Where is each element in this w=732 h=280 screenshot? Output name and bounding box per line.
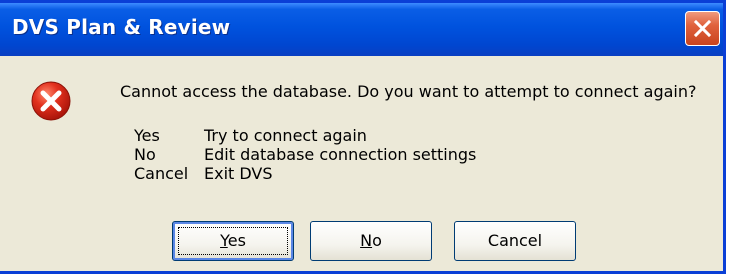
mnemonic-letter: N bbox=[360, 231, 373, 250]
button-label-rest: es bbox=[227, 231, 246, 250]
cancel-button[interactable]: Cancel bbox=[454, 221, 576, 261]
close-button[interactable] bbox=[685, 11, 720, 46]
error-icon bbox=[31, 81, 71, 121]
no-button[interactable]: No bbox=[310, 221, 432, 261]
option-key: No bbox=[134, 145, 156, 164]
yes-button-label: Yes bbox=[220, 231, 246, 250]
close-icon bbox=[693, 19, 712, 38]
button-row: Yes No Cancel bbox=[0, 221, 723, 261]
yes-button[interactable]: Yes bbox=[172, 221, 294, 261]
option-description: Try to connect again bbox=[204, 126, 367, 145]
button-label-rest: o bbox=[372, 231, 382, 250]
option-key: Cancel bbox=[134, 164, 189, 183]
mnemonic-letter: Y bbox=[220, 231, 228, 250]
title-bar[interactable]: DVS Plan & Review bbox=[0, 3, 723, 56]
no-button-label: No bbox=[360, 231, 382, 250]
window-title: DVS Plan & Review bbox=[12, 15, 231, 39]
error-message: Cannot access the database. Do you want … bbox=[120, 82, 697, 101]
option-description: Exit DVS bbox=[204, 164, 273, 183]
dialog-body: Cannot access the database. Do you want … bbox=[0, 56, 723, 271]
option-key: Yes bbox=[134, 126, 160, 145]
option-description: Edit database connection settings bbox=[204, 145, 477, 164]
cancel-button-label: Cancel bbox=[487, 231, 543, 250]
dialog-window: DVS Plan & Review Cannot access the data… bbox=[0, 0, 726, 274]
